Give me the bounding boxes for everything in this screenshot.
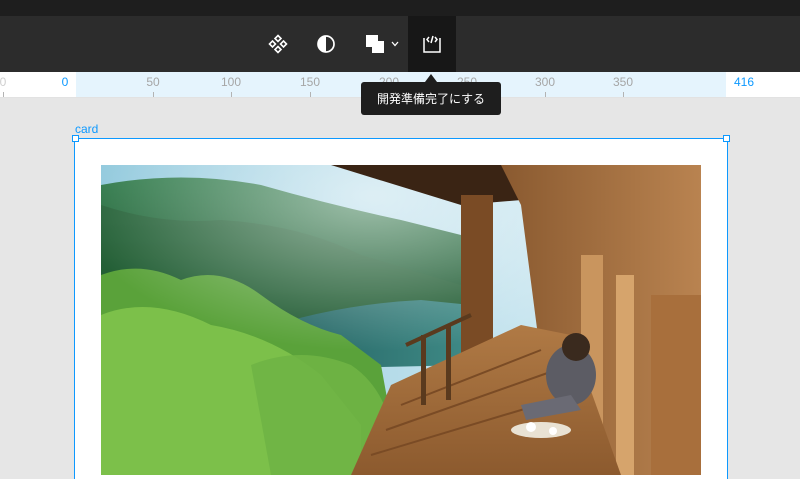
ruler-label-selection-start: 0 (61, 75, 69, 89)
ruler-tick (545, 92, 546, 97)
frame-name-label[interactable]: card (75, 122, 98, 136)
dev-mode-icon (420, 32, 444, 56)
ruler-label-offscreen: 0 (0, 75, 7, 89)
ruler-tick (153, 92, 154, 97)
tooltip: 開発準備完了にする (361, 82, 501, 115)
ruler-tick (231, 92, 232, 97)
boolean-groups-icon (363, 32, 387, 56)
create-component-button[interactable] (259, 16, 297, 72)
ruler-label-selection-end: 416 (733, 75, 755, 89)
toolbar (0, 16, 800, 72)
contrast-icon (315, 33, 337, 55)
tooltip-arrow (425, 74, 437, 82)
component-icon (267, 33, 289, 55)
resize-handle-top-left[interactable] (72, 135, 79, 142)
ruler-label: 300 (534, 75, 556, 89)
ruler-tick (623, 92, 624, 97)
ruler-label: 50 (146, 75, 160, 89)
dev-mode-button[interactable] (408, 16, 456, 72)
contrast-button[interactable] (307, 16, 345, 72)
ruler-label: 350 (612, 75, 634, 89)
ruler-tick (310, 92, 311, 97)
window-top-strip (0, 0, 800, 16)
resize-handle-top-right[interactable] (723, 135, 730, 142)
ruler-tick (3, 92, 4, 97)
card-image (101, 165, 701, 475)
ruler-label: 150 (299, 75, 321, 89)
chevron-down-icon[interactable] (391, 41, 399, 47)
ruler-label: 100 (220, 75, 242, 89)
boolean-groups-button[interactable] (358, 16, 404, 72)
